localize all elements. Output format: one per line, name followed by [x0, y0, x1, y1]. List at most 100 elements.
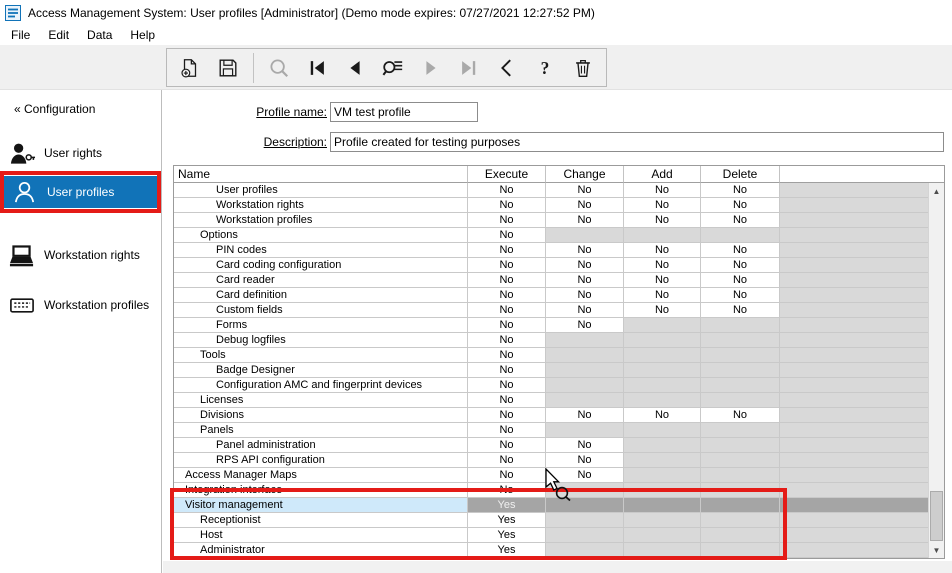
cell-name[interactable]: RPS API configuration: [174, 453, 468, 468]
cell-execute[interactable]: No: [468, 438, 546, 453]
cell-execute[interactable]: No: [468, 198, 546, 213]
cell-change[interactable]: No: [546, 258, 624, 273]
cell-execute[interactable]: No: [468, 288, 546, 303]
cell-add[interactable]: No: [624, 213, 701, 228]
cell-change[interactable]: No: [546, 408, 624, 423]
cell-name[interactable]: Workstation rights: [174, 198, 468, 213]
cell-change[interactable]: No: [546, 273, 624, 288]
cell-execute[interactable]: No: [468, 303, 546, 318]
cell-name[interactable]: Card reader: [174, 273, 468, 288]
back-button[interactable]: [494, 53, 520, 83]
cell-name[interactable]: Options: [174, 228, 468, 243]
cell-delete[interactable]: No: [701, 183, 780, 198]
help-button[interactable]: ?: [532, 53, 558, 83]
cell-execute[interactable]: No: [468, 333, 546, 348]
vertical-scrollbar[interactable]: ▲ ▼: [928, 183, 944, 558]
cell-name[interactable]: Custom fields: [174, 303, 468, 318]
cell-delete[interactable]: No: [701, 303, 780, 318]
cell-execute[interactable]: No: [468, 453, 546, 468]
last-record-button[interactable]: [456, 53, 482, 83]
cell-add[interactable]: No: [624, 198, 701, 213]
cell-execute[interactable]: Yes: [468, 528, 546, 543]
menu-file[interactable]: File: [2, 26, 39, 44]
scrollbar-thumb[interactable]: [930, 491, 943, 541]
menu-data[interactable]: Data: [78, 26, 121, 44]
cell-name[interactable]: Tools: [174, 348, 468, 363]
cell-name[interactable]: Divisions: [174, 408, 468, 423]
cell-name[interactable]: Integration interface: [174, 483, 468, 498]
cell-execute[interactable]: No: [468, 258, 546, 273]
cell-execute[interactable]: No: [468, 243, 546, 258]
cell-execute[interactable]: No: [468, 393, 546, 408]
sidebar-item-workstation-profiles[interactable]: Workstation profiles: [0, 290, 162, 320]
cell-name[interactable]: PIN codes: [174, 243, 468, 258]
cell-delete[interactable]: No: [701, 288, 780, 303]
cell-name[interactable]: Visitor management: [174, 498, 468, 513]
cell-delete[interactable]: No: [701, 273, 780, 288]
profile-name-input[interactable]: [330, 102, 478, 122]
cell-execute[interactable]: No: [468, 363, 546, 378]
cell-execute[interactable]: No: [468, 273, 546, 288]
search-records-button[interactable]: [380, 53, 406, 83]
cell-execute[interactable]: Yes: [468, 498, 546, 513]
cell-name[interactable]: User profiles: [174, 183, 468, 198]
cell-name[interactable]: Access Manager Maps: [174, 468, 468, 483]
cell-execute[interactable]: No: [468, 378, 546, 393]
cell-name[interactable]: Workstation profiles: [174, 213, 468, 228]
delete-button[interactable]: [570, 53, 596, 83]
cell-execute[interactable]: No: [468, 423, 546, 438]
cell-add[interactable]: No: [624, 183, 701, 198]
sidebar-item-workstation-rights[interactable]: Workstation rights: [0, 240, 162, 270]
cell-name[interactable]: Licenses: [174, 393, 468, 408]
cell-change[interactable]: No: [546, 288, 624, 303]
cell-change[interactable]: No: [546, 303, 624, 318]
next-record-button[interactable]: [418, 53, 444, 83]
save-button[interactable]: [215, 53, 241, 83]
new-button[interactable]: [177, 53, 203, 83]
cell-name[interactable]: Badge Designer: [174, 363, 468, 378]
search-button[interactable]: [266, 53, 292, 83]
cell-delete[interactable]: No: [701, 213, 780, 228]
cell-name[interactable]: Configuration AMC and fingerprint device…: [174, 378, 468, 393]
cell-execute[interactable]: No: [468, 183, 546, 198]
cell-name[interactable]: Card definition: [174, 288, 468, 303]
cell-name[interactable]: Debug logfiles: [174, 333, 468, 348]
cell-execute[interactable]: No: [468, 468, 546, 483]
cell-add[interactable]: No: [624, 258, 701, 273]
cell-name[interactable]: Host: [174, 528, 468, 543]
cell-name[interactable]: Panel administration: [174, 438, 468, 453]
sidebar-item-user-rights[interactable]: User rights: [0, 138, 162, 168]
cell-name[interactable]: Forms: [174, 318, 468, 333]
cell-add[interactable]: No: [624, 243, 701, 258]
cell-change[interactable]: No: [546, 438, 624, 453]
cell-change[interactable]: No: [546, 243, 624, 258]
cell-execute[interactable]: Yes: [468, 513, 546, 528]
menu-edit[interactable]: Edit: [39, 26, 78, 44]
cell-change[interactable]: No: [546, 318, 624, 333]
cell-execute[interactable]: Yes: [468, 543, 546, 558]
cell-execute[interactable]: No: [468, 228, 546, 243]
cell-execute[interactable]: No: [468, 348, 546, 363]
cell-change[interactable]: No: [546, 453, 624, 468]
cell-change[interactable]: No: [546, 213, 624, 228]
cell-delete[interactable]: No: [701, 408, 780, 423]
cell-execute[interactable]: No: [468, 408, 546, 423]
cell-add[interactable]: No: [624, 303, 701, 318]
cell-delete[interactable]: No: [701, 198, 780, 213]
cell-name[interactable]: Card coding configuration: [174, 258, 468, 273]
cell-add[interactable]: No: [624, 288, 701, 303]
first-record-button[interactable]: [304, 53, 330, 83]
cell-change[interactable]: No: [546, 183, 624, 198]
cell-add[interactable]: No: [624, 408, 701, 423]
cell-delete[interactable]: No: [701, 243, 780, 258]
cell-add[interactable]: No: [624, 273, 701, 288]
cell-name[interactable]: Panels: [174, 423, 468, 438]
scroll-down-button[interactable]: ▼: [929, 542, 944, 558]
cell-delete[interactable]: No: [701, 258, 780, 273]
cell-execute[interactable]: No: [468, 213, 546, 228]
sidebar-item-user-profiles[interactable]: User profiles: [3, 176, 158, 208]
cell-name[interactable]: Receptionist: [174, 513, 468, 528]
cell-execute[interactable]: No: [468, 318, 546, 333]
cell-execute[interactable]: No: [468, 483, 546, 498]
previous-record-button[interactable]: [342, 53, 368, 83]
